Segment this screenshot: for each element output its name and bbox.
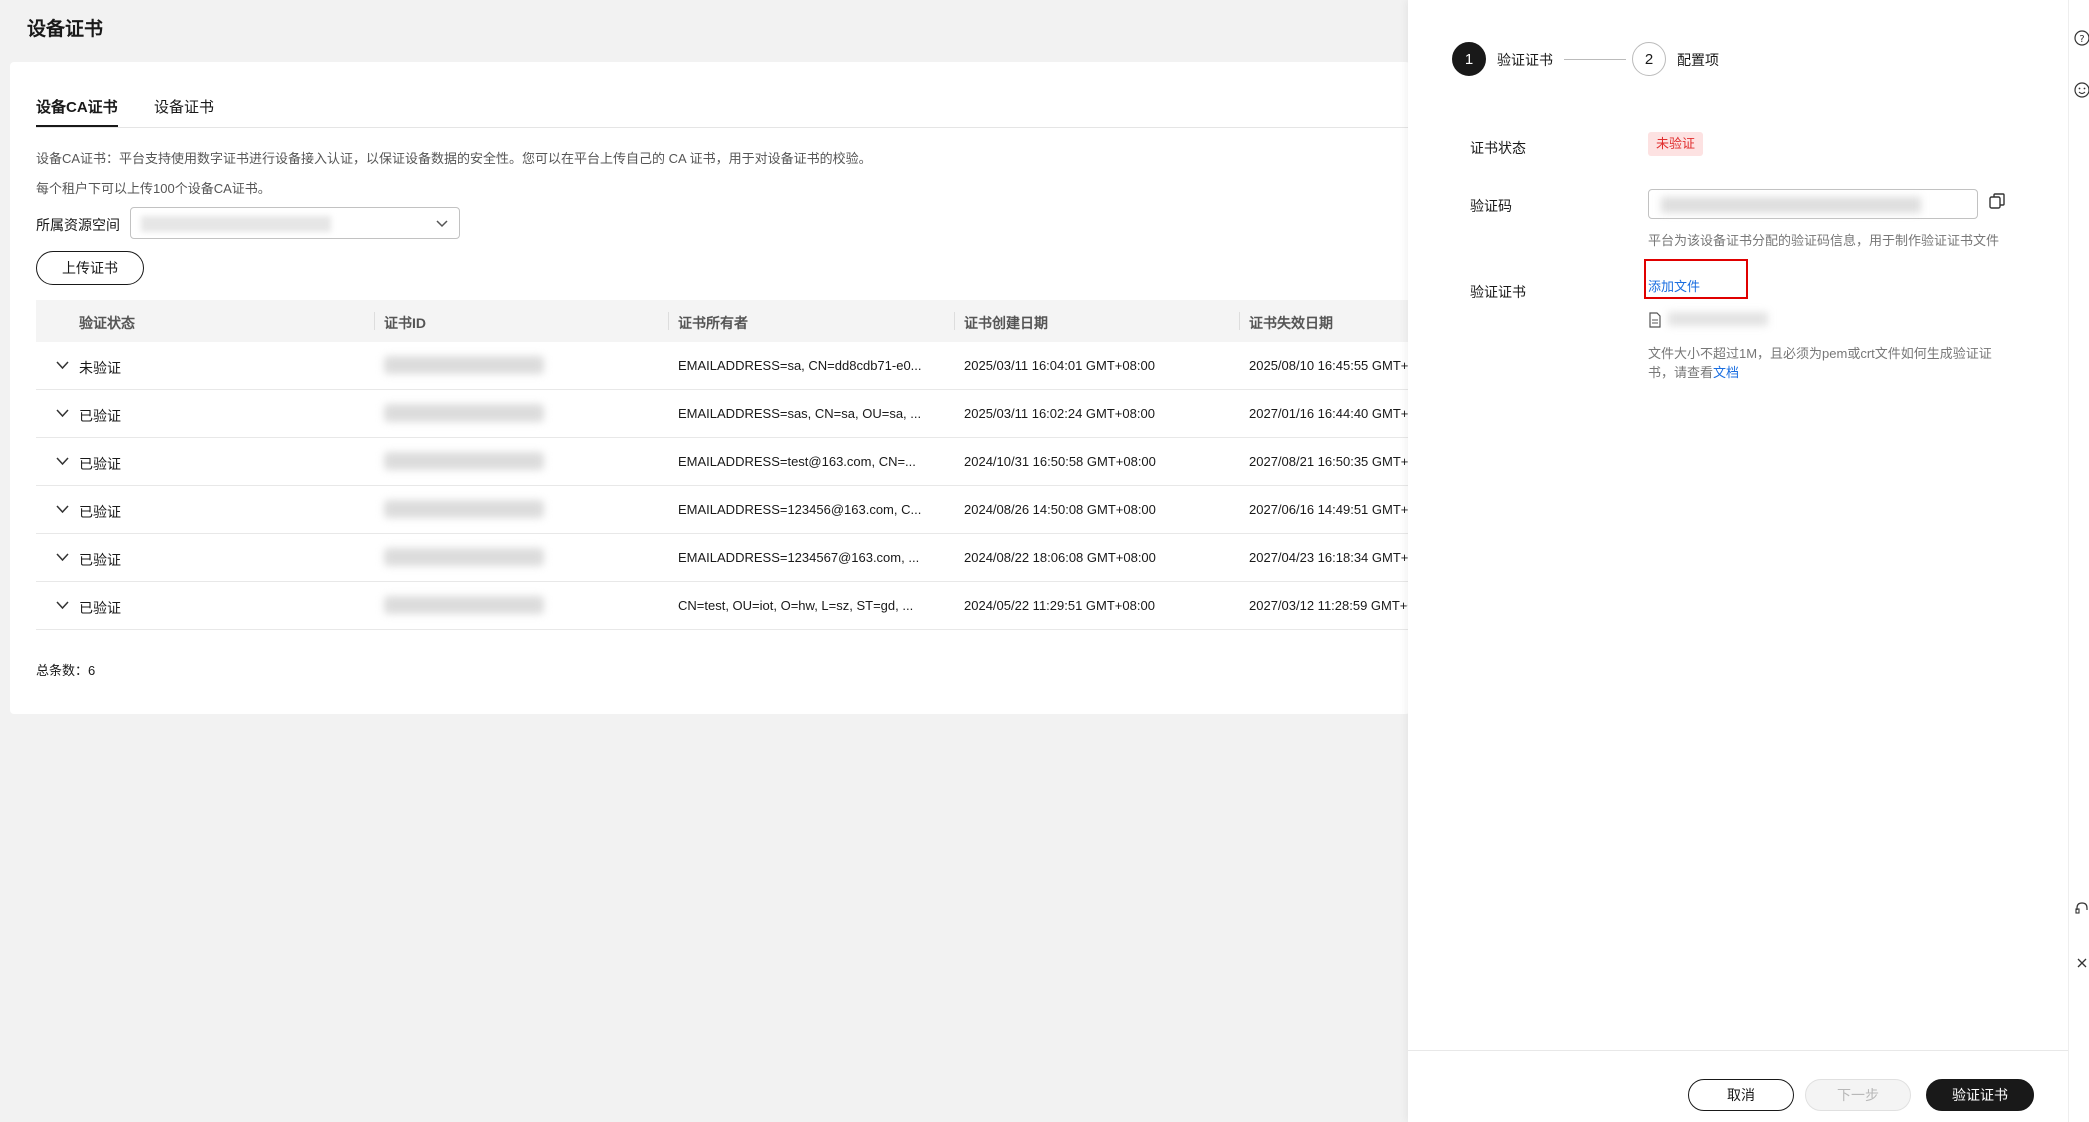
status-badge: 未验证 <box>1648 132 1704 156</box>
col-divider <box>1239 312 1240 330</box>
smile-icon[interactable] <box>2074 82 2089 98</box>
verify-cert-button[interactable]: 验证证书 <box>1926 1079 2034 1111</box>
table-row[interactable]: 未验证 EMAILADDRESS=sa, CN=dd8cdb71-e0... 2… <box>36 342 1436 390</box>
table-row[interactable]: 已验证 EMAILADDRESS=sas, CN=sa, OU=sa, ... … <box>36 390 1436 438</box>
row-owner: EMAILADDRESS=sa, CN=dd8cdb71-e0... <box>678 358 922 373</box>
col-divider <box>954 312 955 330</box>
row-expires: 2027/08/21 16:50:35 GMT+0 <box>1249 454 1416 469</box>
row-owner: CN=test, OU=iot, O=hw, L=sz, ST=gd, ... <box>678 598 914 613</box>
file-icon <box>1649 312 1661 328</box>
help-icon[interactable]: ? <box>2074 30 2089 46</box>
row-expires: 2027/03/12 11:28:59 GMT+0 <box>1249 598 1415 613</box>
row-status: 已验证 <box>79 600 121 616</box>
chevron-down-icon[interactable] <box>56 552 69 562</box>
drawer-footer: 取消 下一步 验证证书 <box>1408 1050 2068 1122</box>
row-expires: 2027/01/16 16:44:40 GMT+0 <box>1249 406 1416 421</box>
row-created: 2024/08/26 14:50:08 GMT+08:00 <box>964 502 1156 517</box>
verify-code-value-redacted <box>1661 197 1921 213</box>
table-row[interactable]: 已验证 CN=test, OU=iot, O=hw, L=sz, ST=gd, … <box>36 582 1436 630</box>
row-expires: 2025/08/10 16:45:55 GMT+0 <box>1249 358 1416 373</box>
headset-icon[interactable] <box>2074 900 2089 916</box>
verify-cert-hint: 文件大小不超过1M，且必须为pem或crt文件如何生成验证证书，请查看文档 <box>1648 344 2008 382</box>
row-cert-id-redacted <box>384 500 544 518</box>
row-created: 2024/10/31 16:50:58 GMT+08:00 <box>964 454 1156 469</box>
description-line-2: 每个租户下可以上传100个设备CA证书。 <box>36 181 271 196</box>
row-status: 已验证 <box>79 504 121 520</box>
uploaded-file-item <box>1648 310 1788 330</box>
row-status: 已验证 <box>79 552 121 568</box>
row-owner: EMAILADDRESS=test@163.com, CN=... <box>678 454 916 469</box>
col-header-expires: 证书失效日期 <box>1249 315 1333 331</box>
verify-code-field[interactable] <box>1648 189 1978 219</box>
table-row[interactable]: 已验证 EMAILADDRESS=1234567@163.com, ... 20… <box>36 534 1436 582</box>
col-divider <box>668 312 669 330</box>
step-2-circle: 2 <box>1632 42 1666 76</box>
row-created: 2025/03/11 16:02:24 GMT+08:00 <box>964 406 1155 421</box>
row-created: 2024/05/22 11:29:51 GMT+08:00 <box>964 598 1155 613</box>
resource-space-label: 所属资源空间 <box>36 217 120 233</box>
verify-cert-hint-text: 文件大小不超过1M，且必须为pem或crt文件如何生成验证证书，请查看 <box>1648 346 1992 380</box>
chevron-down-icon[interactable] <box>56 408 69 418</box>
table-row[interactable]: 已验证 EMAILADDRESS=123456@163.com, C... 20… <box>36 486 1436 534</box>
row-cert-id-redacted <box>384 404 544 422</box>
add-file-link[interactable]: 添加文件 <box>1648 276 1700 295</box>
chevron-down-icon <box>436 220 448 228</box>
step-1-label: 验证证书 <box>1497 52 1553 68</box>
page-title: 设备证书 <box>27 19 104 40</box>
col-divider <box>374 312 375 330</box>
copy-icon[interactable] <box>1988 192 2006 210</box>
chevron-down-icon[interactable] <box>56 600 69 610</box>
cert-status-label: 证书状态 <box>1470 140 1526 156</box>
row-cert-id-redacted <box>384 548 544 566</box>
row-owner: EMAILADDRESS=1234567@163.com, ... <box>678 550 920 565</box>
col-header-cert-id: 证书ID <box>384 315 426 331</box>
col-header-created: 证书创建日期 <box>964 315 1048 331</box>
upload-cert-button[interactable]: 上传证书 <box>36 251 144 285</box>
doc-link[interactable]: 文档 <box>1713 365 1739 380</box>
step-indicator: 1 验证证书 2 配置项 <box>1452 42 1852 76</box>
cancel-button[interactable]: 取消 <box>1688 1079 1794 1111</box>
step-2-label: 配置项 <box>1677 52 1719 68</box>
verify-cert-label: 验证证书 <box>1470 284 1526 300</box>
chevron-down-icon[interactable] <box>56 360 69 370</box>
ca-cert-table: 验证状态 证书ID 证书所有者 证书创建日期 证书失效日期 未验证 EMAILA… <box>36 300 1436 630</box>
chevron-down-icon[interactable] <box>56 456 69 466</box>
tab-device-cert[interactable]: 设备证书 <box>154 96 214 125</box>
table-row[interactable]: 已验证 EMAILADDRESS=test@163.com, CN=... 20… <box>36 438 1436 486</box>
resource-space-select[interactable] <box>130 207 460 239</box>
tab-device-ca-cert[interactable]: 设备CA证书 <box>36 96 118 127</box>
resource-space-value-redacted <box>141 216 331 232</box>
file-name-redacted <box>1668 312 1768 326</box>
row-expires: 2027/04/23 16:18:34 GMT+0 <box>1249 550 1416 565</box>
verify-cert-drawer: 1 验证证书 2 配置项 证书状态 未验证 验证码 平台为该设备证书分配的验证码… <box>1408 0 2068 1122</box>
row-status: 已验证 <box>79 408 121 424</box>
tab-bar: 设备CA证书 设备证书 <box>36 96 1436 128</box>
row-owner: EMAILADDRESS=123456@163.com, C... <box>678 502 922 517</box>
step-connector <box>1564 59 1626 60</box>
verify-code-label: 验证码 <box>1470 198 1512 214</box>
col-header-owner: 证书所有者 <box>678 315 748 331</box>
row-owner: EMAILADDRESS=sas, CN=sa, OU=sa, ... <box>678 406 922 421</box>
row-cert-id-redacted <box>384 596 544 614</box>
next-step-button[interactable]: 下一步 <box>1805 1079 1911 1111</box>
main-card: 设备CA证书 设备证书 设备CA证书：平台支持使用数字证书进行设备接入认证，以保… <box>10 62 1436 714</box>
step-1-circle: 1 <box>1452 42 1486 76</box>
collapse-icon[interactable] <box>2074 955 2089 971</box>
col-header-status: 验证状态 <box>79 315 135 331</box>
row-status: 已验证 <box>79 456 121 472</box>
svg-text:?: ? <box>2079 34 2084 45</box>
total-count: 总条数：6 <box>36 663 96 678</box>
right-rail: ? <box>2068 0 2089 1122</box>
table-header: 验证状态 证书ID 证书所有者 证书创建日期 证书失效日期 <box>36 300 1436 342</box>
row-status: 未验证 <box>79 360 121 376</box>
description-line-1: 设备CA证书：平台支持使用数字证书进行设备接入认证，以保证设备数据的安全性。您可… <box>36 151 872 166</box>
row-cert-id-redacted <box>384 452 544 470</box>
verify-code-hint: 平台为该设备证书分配的验证码信息，用于制作验证证书文件 <box>1648 233 2000 248</box>
row-created: 2025/03/11 16:04:01 GMT+08:00 <box>964 358 1155 373</box>
row-cert-id-redacted <box>384 356 544 374</box>
row-expires: 2027/06/16 14:49:51 GMT+0 <box>1249 502 1416 517</box>
row-created: 2024/08/22 18:06:08 GMT+08:00 <box>964 550 1156 565</box>
chevron-down-icon[interactable] <box>56 504 69 514</box>
